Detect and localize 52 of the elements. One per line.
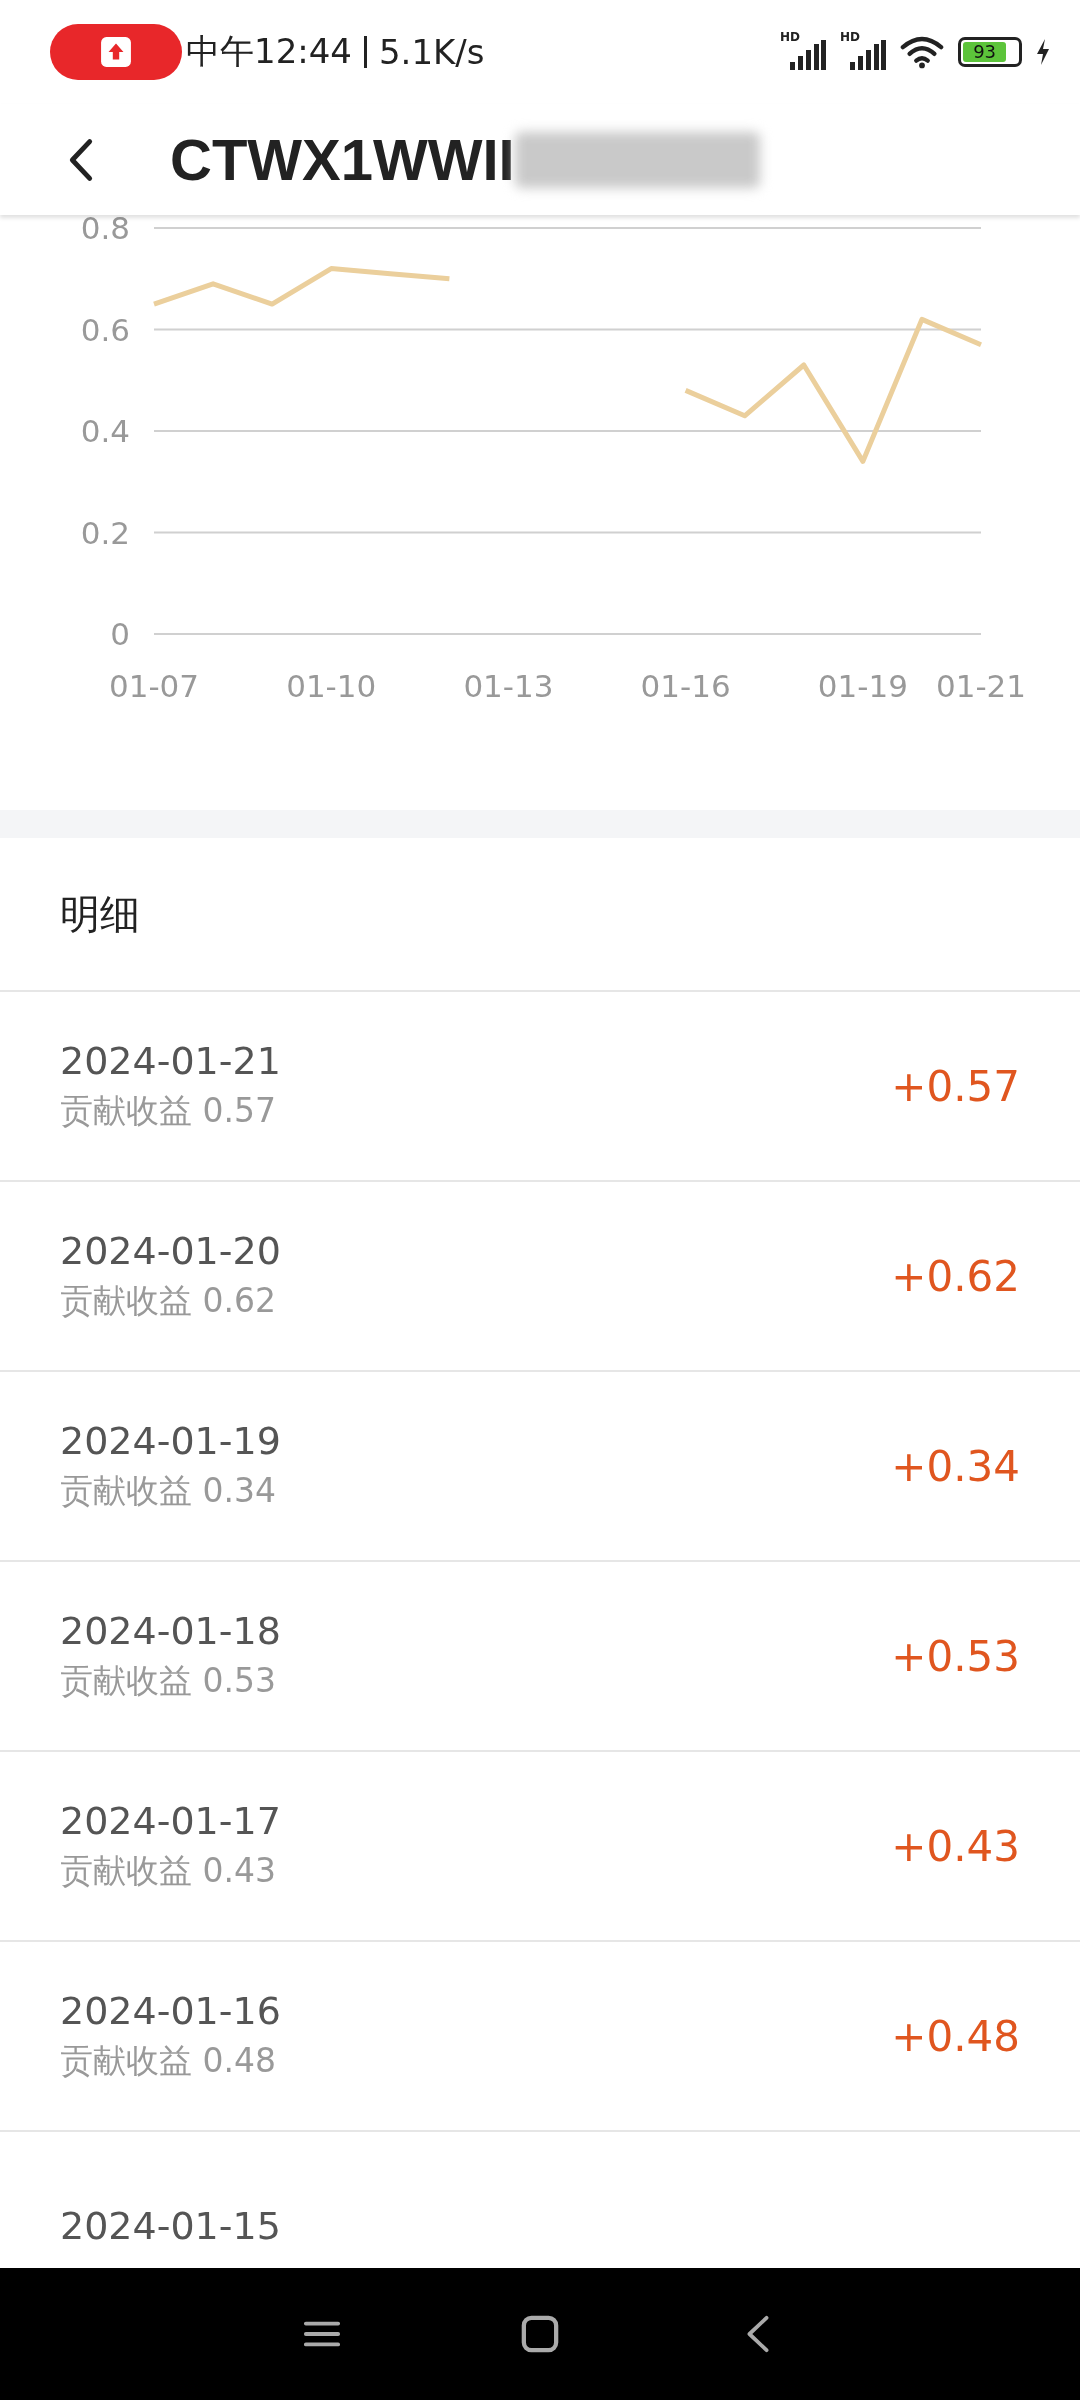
detail-row[interactable]: 2024-01-20 贡献收益 0.62 +0.62 xyxy=(0,1182,1080,1372)
detail-row[interactable]: 2024-01-16 贡献收益 0.48 +0.48 xyxy=(0,1942,1080,2132)
wifi-icon xyxy=(900,35,944,69)
row-date: 2024-01-15 xyxy=(60,2204,281,2248)
signal-icon xyxy=(790,40,826,70)
page-title: CTWX1WWII xyxy=(170,126,515,193)
x-axis-label: 01-10 xyxy=(286,668,377,704)
hd-label: HD xyxy=(840,30,860,44)
network-speed: 5.1K/s xyxy=(379,32,485,72)
row-amount: +0.53 xyxy=(891,1631,1020,1681)
y-axis-label: 0.8 xyxy=(80,215,130,246)
x-axis-label: 01-13 xyxy=(463,668,554,704)
detail-row[interactable]: 2024-01-18 贡献收益 0.53 +0.53 xyxy=(0,1562,1080,1752)
row-amount: +0.34 xyxy=(891,1441,1020,1491)
x-axis-label: 01-19 xyxy=(817,668,908,704)
row-amount: +0.48 xyxy=(891,2011,1020,2061)
signal-icon xyxy=(850,40,886,70)
row-amount: +0.57 xyxy=(891,1061,1020,1111)
hd-label: HD xyxy=(780,30,800,44)
row-date: 2024-01-16 xyxy=(60,1988,281,2033)
separator-bar xyxy=(364,36,367,68)
home-icon[interactable] xyxy=(521,2315,559,2353)
detail-row[interactable]: 2024-01-17 贡献收益 0.43 +0.43 xyxy=(0,1752,1080,1942)
upload-icon xyxy=(100,36,132,68)
section-title: 明细 xyxy=(0,838,1080,992)
recording-pill[interactable] xyxy=(50,24,182,80)
y-axis-label: 0.4 xyxy=(80,413,130,449)
row-note: 贡献收益 0.57 xyxy=(60,1089,277,1132)
charging-icon xyxy=(1036,39,1050,65)
row-note: 贡献收益 0.34 xyxy=(60,1469,277,1512)
row-amount: +0.43 xyxy=(891,1821,1020,1871)
row-note: 贡献收益 0.48 xyxy=(60,2039,277,2082)
y-axis-label: 0.2 xyxy=(80,514,130,551)
row-amount: +0.62 xyxy=(891,1251,1020,1301)
x-axis-label: 01-07 xyxy=(108,668,200,704)
row-date: 2024-01-18 xyxy=(60,1608,281,1653)
row-note: 贡献收益 0.53 xyxy=(60,1659,277,1702)
row-date: 2024-01-19 xyxy=(60,1418,281,1463)
detail-row[interactable]: 2024-01-21 贡献收益 0.57 +0.57 xyxy=(0,992,1080,1182)
y-axis-label: 0 xyxy=(110,616,130,652)
y-axis-label: 0.6 xyxy=(80,311,130,348)
x-axis-label: 01-16 xyxy=(640,668,731,704)
status-time: 中午12:44 xyxy=(186,30,352,73)
battery-level: 93 xyxy=(963,42,1007,62)
detail-row[interactable]: 2024-01-19 贡献收益 0.34 +0.34 xyxy=(0,1372,1080,1562)
x-axis-label: 01-21 xyxy=(935,668,1027,704)
row-note: 贡献收益 0.43 xyxy=(60,1849,277,1892)
row-note: 贡献收益 0.62 xyxy=(60,1279,277,1322)
row-date: 2024-01-21 xyxy=(60,1038,281,1083)
row-date: 2024-01-17 xyxy=(60,1798,281,1843)
row-date: 2024-01-20 xyxy=(60,1228,281,1273)
back-icon[interactable] xyxy=(68,137,94,182)
